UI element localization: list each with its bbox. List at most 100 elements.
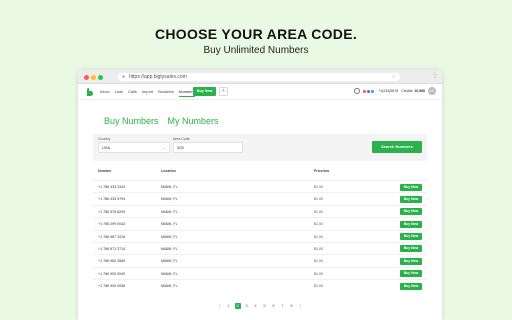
- row-price: $1.00: [314, 209, 323, 214]
- logo-icon[interactable]: [85, 87, 95, 97]
- row-number: +1 786 433 3344: [98, 185, 126, 189]
- country-label: Country: [98, 137, 111, 141]
- row-location: MIAMI, FL: [161, 185, 178, 189]
- nav-link-import[interactable]: Import: [142, 88, 153, 97]
- row-location: MIAMI, FL: [161, 259, 178, 264]
- close-window-dot[interactable]: [84, 75, 89, 80]
- phone-number[interactable]: +1(234)5678: [378, 89, 398, 93]
- header-number: Number: [98, 169, 112, 173]
- bookmark-star-icon[interactable]: ☆: [392, 73, 396, 81]
- row-location: MIAMI, FL: [161, 284, 178, 289]
- table-row: +1 786 433 3344 MIAMI, FL $1.00 Buy Now: [93, 180, 427, 192]
- tab-buy-numbers[interactable]: Buy Numbers: [104, 116, 159, 126]
- table-row: +1 786 900 0040 MIAMI, FL $1.00 Buy Now: [93, 266, 427, 279]
- tab-my-numbers[interactable]: My Numbers: [168, 116, 219, 126]
- table-row: +1 786 587 3316 MIAMI, FL $1.00 Buy Now: [93, 229, 427, 242]
- numbers-table: +1 786 433 3344 MIAMI, FL $1.00 Buy Now +1 7…: [93, 180, 427, 292]
- pager-page-7[interactable]: 7: [280, 303, 286, 309]
- country-select[interactable]: USA ⌄: [98, 142, 170, 153]
- row-location: MIAMI, FL: [161, 197, 178, 202]
- chevron-down-icon: ⌄: [162, 145, 166, 150]
- pager-page-8[interactable]: 8: [289, 303, 295, 309]
- maximize-window-dot[interactable]: [98, 75, 103, 80]
- tabs: Buy Numbers My Numbers: [104, 116, 219, 126]
- row-price: $1.00: [314, 234, 323, 239]
- lock-icon: ●: [122, 74, 126, 80]
- table-row: +1 786 433 9794 MIAMI, FL $1.00 Buy Now: [93, 192, 427, 204]
- country-value: USA: [102, 145, 111, 150]
- pager-page-6[interactable]: 6: [271, 303, 277, 309]
- row-location: MIAMI, FL: [161, 271, 178, 276]
- blue-pill-icon: [370, 88, 376, 94]
- url-text: https://app.bigtysales.com: [129, 74, 187, 80]
- row-price: $1.00: [314, 271, 323, 276]
- hero-title: CHOOSE YOUR AREA CODE.: [154, 26, 358, 42]
- status-pills[interactable]: [362, 88, 376, 94]
- row-location: MIAMI, FL: [161, 246, 178, 251]
- row-number: +1 786 299 0042: [98, 222, 126, 227]
- pager-page-4[interactable]: 4: [253, 303, 259, 309]
- row-location: MIAMI, FL: [161, 209, 178, 214]
- pager-prev-button[interactable]: ‹: [217, 303, 223, 309]
- row-number: +1 786 960 3589: [98, 259, 126, 264]
- nav-link-calls[interactable]: Calls: [128, 88, 137, 97]
- search-numbers-button[interactable]: Search Numbers: [372, 141, 422, 153]
- nav-link-inbox[interactable]: Inbox: [100, 88, 110, 97]
- row-location: MIAMI, FL: [161, 234, 178, 239]
- search-icon[interactable]: [354, 88, 361, 94]
- nav-right: +1(234)5678 Credits: 10,568 AS: [354, 87, 436, 95]
- nav-link-booklets[interactable]: Booklets: [158, 88, 173, 97]
- row-number: +1 786 433 9794: [98, 197, 126, 202]
- row-price: $1.00: [314, 259, 323, 264]
- table-row: +1 786 871 3714 MIAMI, FL $1.00 Buy Now: [93, 241, 427, 254]
- browser-menu-icon[interactable]: ⋮: [432, 72, 438, 80]
- browser-window: ● https://app.bigtysales.com ☆ ⋮ Inbox L…: [78, 70, 442, 320]
- pager-page-2[interactable]: 2: [234, 303, 241, 309]
- table-row: +1 786 299 0042 MIAMI, FL $1.00 Buy Now: [93, 217, 427, 229]
- hero-subtitle: Buy Unlimited Numbers: [203, 45, 309, 56]
- nav-links: Inbox Lists Calls Import Booklets Number…: [100, 88, 195, 97]
- nav-link-lists[interactable]: Lists: [115, 88, 123, 97]
- row-number: +1 786 900 0058: [98, 284, 126, 289]
- buy-now-button[interactable]: Buy Now: [400, 233, 422, 241]
- address-bar[interactable]: ● https://app.bigtysales.com ☆: [118, 73, 400, 81]
- buy-now-button[interactable]: Buy Now: [400, 270, 422, 278]
- buy-now-button[interactable]: Buy Now: [400, 245, 422, 253]
- row-price: $1.00: [314, 197, 323, 202]
- row-number: +1 786 578 8209: [98, 209, 126, 214]
- header-price: Price/mo: [314, 169, 330, 173]
- buy-now-button[interactable]: Buy Now: [400, 220, 422, 228]
- pager-next-button[interactable]: ›: [298, 303, 304, 309]
- row-number: +1 786 871 3714: [98, 246, 126, 251]
- pager-page-5[interactable]: 5: [262, 303, 268, 309]
- credits-value: 10,568: [414, 89, 425, 93]
- table-row: +1 786 900 0058 MIAMI, FL $1.00 Buy Now: [93, 279, 427, 291]
- minimize-window-dot[interactable]: [91, 75, 96, 80]
- area-code-input[interactable]: 305: [173, 142, 243, 153]
- buy-now-button[interactable]: Buy Now: [400, 257, 422, 265]
- browser-chrome: ● https://app.bigtysales.com ☆ ⋮: [78, 70, 442, 84]
- credits-label: Credits:: [401, 89, 414, 93]
- buy-now-button[interactable]: Buy Now: [400, 208, 422, 216]
- pagination: ‹ 1 2 3 4 5 6 7 8 ›: [78, 303, 442, 309]
- buy-now-button[interactable]: Buy Now: [400, 183, 422, 191]
- row-price: $1.00: [314, 222, 323, 227]
- row-number: +1 786 900 0040: [98, 271, 126, 276]
- table-row: +1 786 578 8209 MIAMI, FL $1.00 Buy Now: [93, 204, 427, 217]
- buy-now-button[interactable]: Buy Now: [400, 195, 422, 203]
- buy-now-button[interactable]: Buy Now: [400, 282, 422, 290]
- filter-panel: Country USA ⌄ Area Code 305 Search Numbe…: [93, 134, 427, 161]
- row-price: $1.00: [314, 284, 323, 289]
- avatar[interactable]: AS: [428, 87, 436, 95]
- table-row: +1 786 960 3589 MIAMI, FL $1.00 Buy Now: [93, 254, 427, 266]
- row-price: $1.00: [314, 185, 323, 189]
- nav-buy-now-button[interactable]: Buy Now: [193, 87, 217, 96]
- header-location: Location: [161, 169, 176, 173]
- row-location: MIAMI, FL: [161, 222, 178, 227]
- pager-page-3[interactable]: 3: [244, 303, 250, 309]
- credits-display: Credits: 10,568: [401, 89, 425, 93]
- table-header: Number Location Price/mo: [98, 169, 428, 177]
- row-number: +1 786 587 3316: [98, 234, 126, 239]
- pager-page-1[interactable]: 1: [226, 303, 232, 309]
- add-button[interactable]: +: [219, 87, 228, 96]
